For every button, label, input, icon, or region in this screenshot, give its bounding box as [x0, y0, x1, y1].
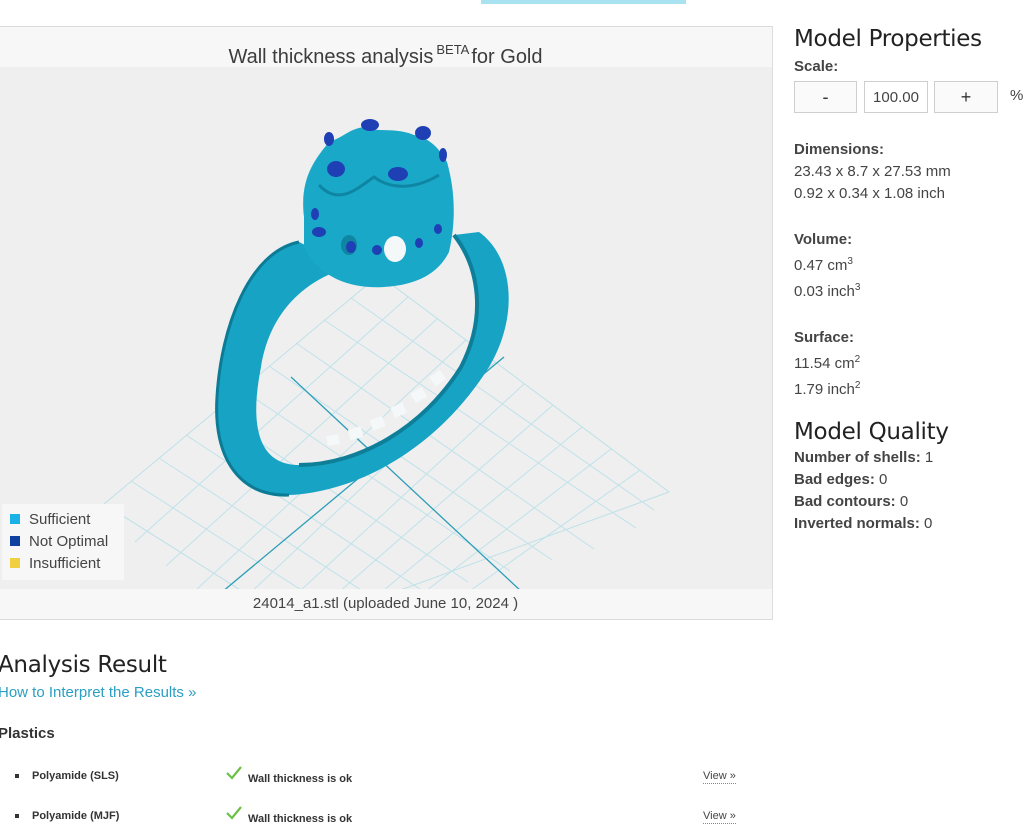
model-quality-title: Model Quality — [794, 419, 949, 445]
bad-contours-label: Bad contours: — [794, 493, 896, 510]
inverted-normals-row: Inverted normals: 0 — [794, 513, 1029, 535]
build-plate-grid — [103, 274, 671, 589]
exponent: 3 — [847, 256, 853, 267]
legend-item-sufficient: Sufficient — [2, 508, 124, 530]
inverted-normals-value: 0 — [924, 515, 933, 532]
inverted-normals-label: Inverted normals: — [794, 515, 920, 532]
shells-value: 1 — [924, 449, 934, 466]
shells-row: Number of shells: 1 — [794, 447, 1029, 469]
dimensions-label: Dimensions: — [794, 141, 885, 158]
bad-edges-value: 0 — [879, 471, 888, 488]
model-quality: Model Quality Number of shells: 1 Bad ed… — [794, 419, 1029, 535]
bullet — [15, 774, 19, 778]
scale-input[interactable] — [864, 81, 928, 113]
result-row: Polyamide (MJF) Wall thickness is ok Vie… — [0, 806, 760, 830]
model-properties-panel: Model Properties Scale: - + % Dimensions… — [794, 26, 1029, 535]
check-icon — [226, 766, 242, 780]
view-link[interactable]: View » — [703, 770, 736, 784]
color-legend: Sufficient Not Optimal Insufficient — [2, 504, 124, 580]
dimensions: Dimensions: 23.43 x 8.7 x 27.53 mm 0.92 … — [794, 139, 1029, 205]
plastics-heading: Plastics — [0, 725, 55, 742]
volume-inch-value: 0.03 inch — [794, 283, 855, 300]
surface-inch: 1.79 inch2 — [794, 375, 1029, 401]
surface-inch-value: 1.79 inch — [794, 381, 855, 398]
surface-label: Surface: — [794, 329, 855, 346]
view-link[interactable]: View » — [703, 810, 736, 824]
scale-label: Scale: — [794, 58, 839, 75]
scale-unit: % — [1010, 87, 1024, 104]
bullet — [15, 814, 19, 818]
viewer-title: Wall thickness analysis BETA for Gold — [0, 27, 772, 68]
surface: Surface: 11.54 cm2 1.79 inch2 — [794, 327, 1029, 401]
active-tab-indicator[interactable] — [481, 0, 686, 4]
bad-edges-label: Bad edges: — [794, 471, 875, 488]
scale-decrease-button[interactable]: - — [794, 81, 857, 113]
beta-badge: BETA — [436, 42, 470, 57]
shells-label: Number of shells: — [794, 449, 921, 466]
dimensions-inch: 0.92 x 0.34 x 1.08 inch — [794, 185, 945, 202]
exponent: 2 — [854, 380, 861, 391]
scale-increase-button[interactable]: + — [934, 81, 998, 113]
legend-item-not-optimal: Not Optimal — [2, 530, 124, 552]
exponent: 2 — [854, 354, 861, 365]
legend-swatch — [10, 558, 20, 568]
analysis-result: Analysis Result How to Interpret the Res… — [0, 652, 778, 742]
scale-control: - + % — [794, 81, 1029, 115]
status-text: Wall thickness is ok — [248, 813, 353, 825]
analysis-title: Analysis Result — [0, 652, 167, 678]
check-icon — [226, 806, 242, 820]
surface-cm-value: 11.54 cm — [794, 355, 855, 372]
legend-swatch — [10, 514, 20, 524]
bad-contours-row: Bad contours: 0 — [794, 491, 1029, 513]
viewer-title-text: Wall thickness analysis — [228, 46, 434, 68]
material-name: Polyamide (SLS) — [32, 770, 119, 782]
volume-cm-value: 0.47 cm — [794, 257, 848, 274]
interpret-results-link[interactable]: How to Interpret the Results » — [0, 684, 778, 701]
result-row: Polyamide (SLS) Wall thickness is ok Vie… — [0, 766, 760, 790]
surface-cm: 11.54 cm2 — [794, 349, 1029, 375]
exponent: 3 — [854, 282, 861, 293]
bad-contours-value: 0 — [899, 493, 909, 510]
dimensions-mm: 23.43 x 8.7 x 27.53 mm — [794, 163, 951, 180]
model-properties-title: Model Properties — [794, 26, 982, 52]
legend-label: Not Optimal — [29, 532, 109, 550]
status-text: Wall thickness is ok — [248, 773, 353, 785]
volume-label: Volume: — [794, 231, 853, 248]
model-viewer: Wall thickness analysis BETA for Gold Su… — [0, 26, 773, 620]
viewer-canvas[interactable]: Sufficient Not Optimal Insufficient — [0, 67, 772, 589]
legend-item-insufficient: Insufficient — [2, 552, 124, 574]
material-name: Polyamide (MJF) — [32, 810, 120, 822]
legend-label: Insufficient — [29, 554, 101, 572]
legend-swatch — [10, 536, 20, 546]
file-info: 24014_a1.stl (uploaded June 10, 2024 ) — [0, 589, 772, 619]
legend-label: Sufficient — [29, 510, 91, 528]
volume-cm: 0.47 cm3 — [794, 251, 1029, 277]
volume: Volume: 0.47 cm3 0.03 inch3 — [794, 229, 1029, 303]
volume-inch: 0.03 inch3 — [794, 277, 1029, 303]
bad-edges-row: Bad edges: 0 — [794, 469, 1029, 491]
viewer-title-material: for Gold — [471, 46, 543, 68]
